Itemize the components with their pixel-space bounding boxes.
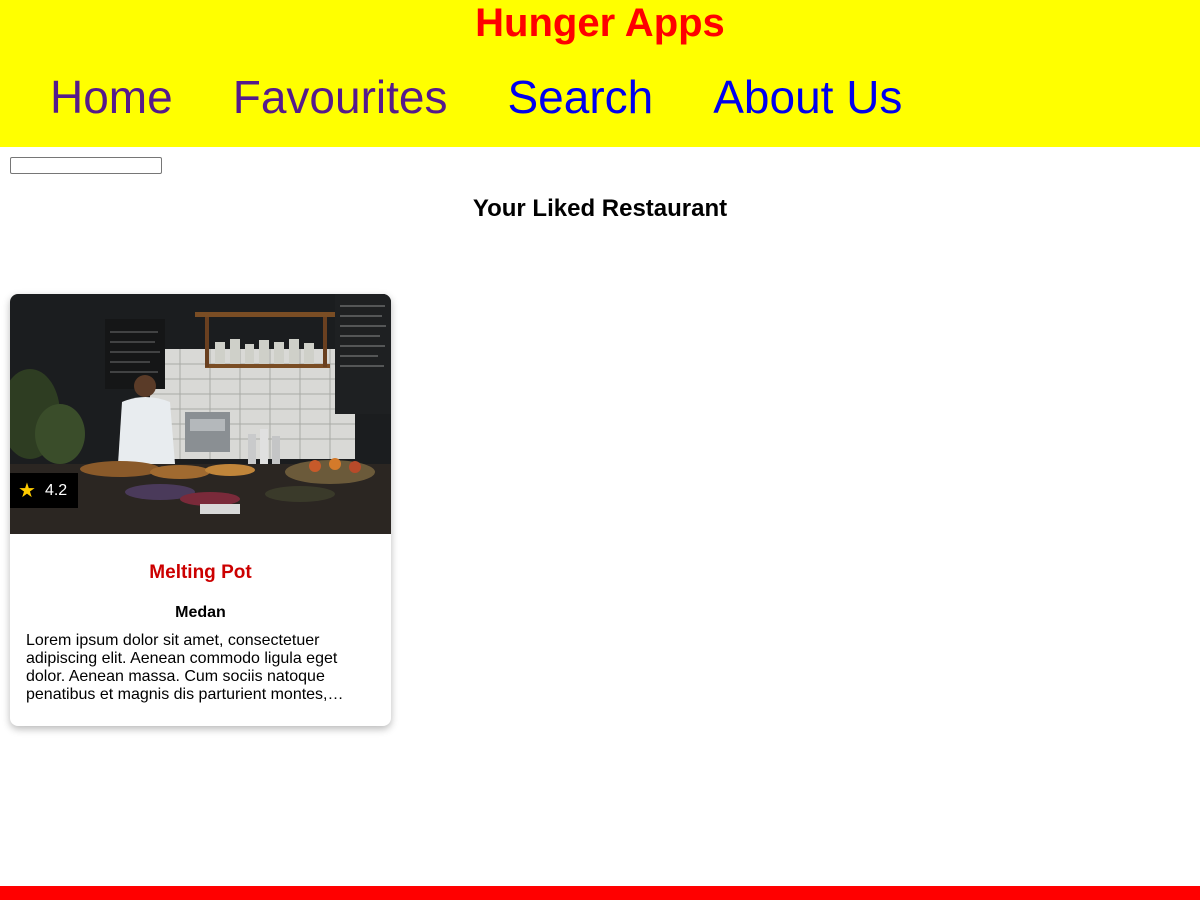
restaurant-image: ★ 4.2 bbox=[10, 294, 391, 534]
restaurant-description: Lorem ipsum dolor sit amet, consectetuer… bbox=[26, 632, 344, 703]
restaurant-card[interactable]: ★ 4.2 Melting Pot Medan Lorem ipsum dolo… bbox=[10, 294, 391, 726]
search-input[interactable] bbox=[10, 157, 162, 174]
rating-value: 4.2 bbox=[44, 481, 68, 499]
page-title: Your Liked Restaurant bbox=[472, 195, 728, 222]
star-icon: ★ bbox=[18, 479, 36, 502]
restaurant-name[interactable]: Melting Pot bbox=[10, 562, 391, 584]
main-nav: Home Favourites Search About Us bbox=[50, 72, 962, 122]
restaurant-city: Medan bbox=[175, 604, 226, 621]
app-header: Hunger Apps Home Favourites Search About… bbox=[0, 0, 1200, 147]
nav-link-home[interactable]: Home bbox=[50, 72, 173, 122]
nav-link-about-us[interactable]: About Us bbox=[713, 72, 902, 122]
footer-bar bbox=[0, 886, 1200, 900]
app-title: Hunger Apps bbox=[475, 1, 725, 45]
rating-badge: ★ 4.2 bbox=[10, 473, 78, 508]
nav-link-search[interactable]: Search bbox=[507, 72, 653, 122]
nav-link-favourites[interactable]: Favourites bbox=[233, 72, 448, 122]
